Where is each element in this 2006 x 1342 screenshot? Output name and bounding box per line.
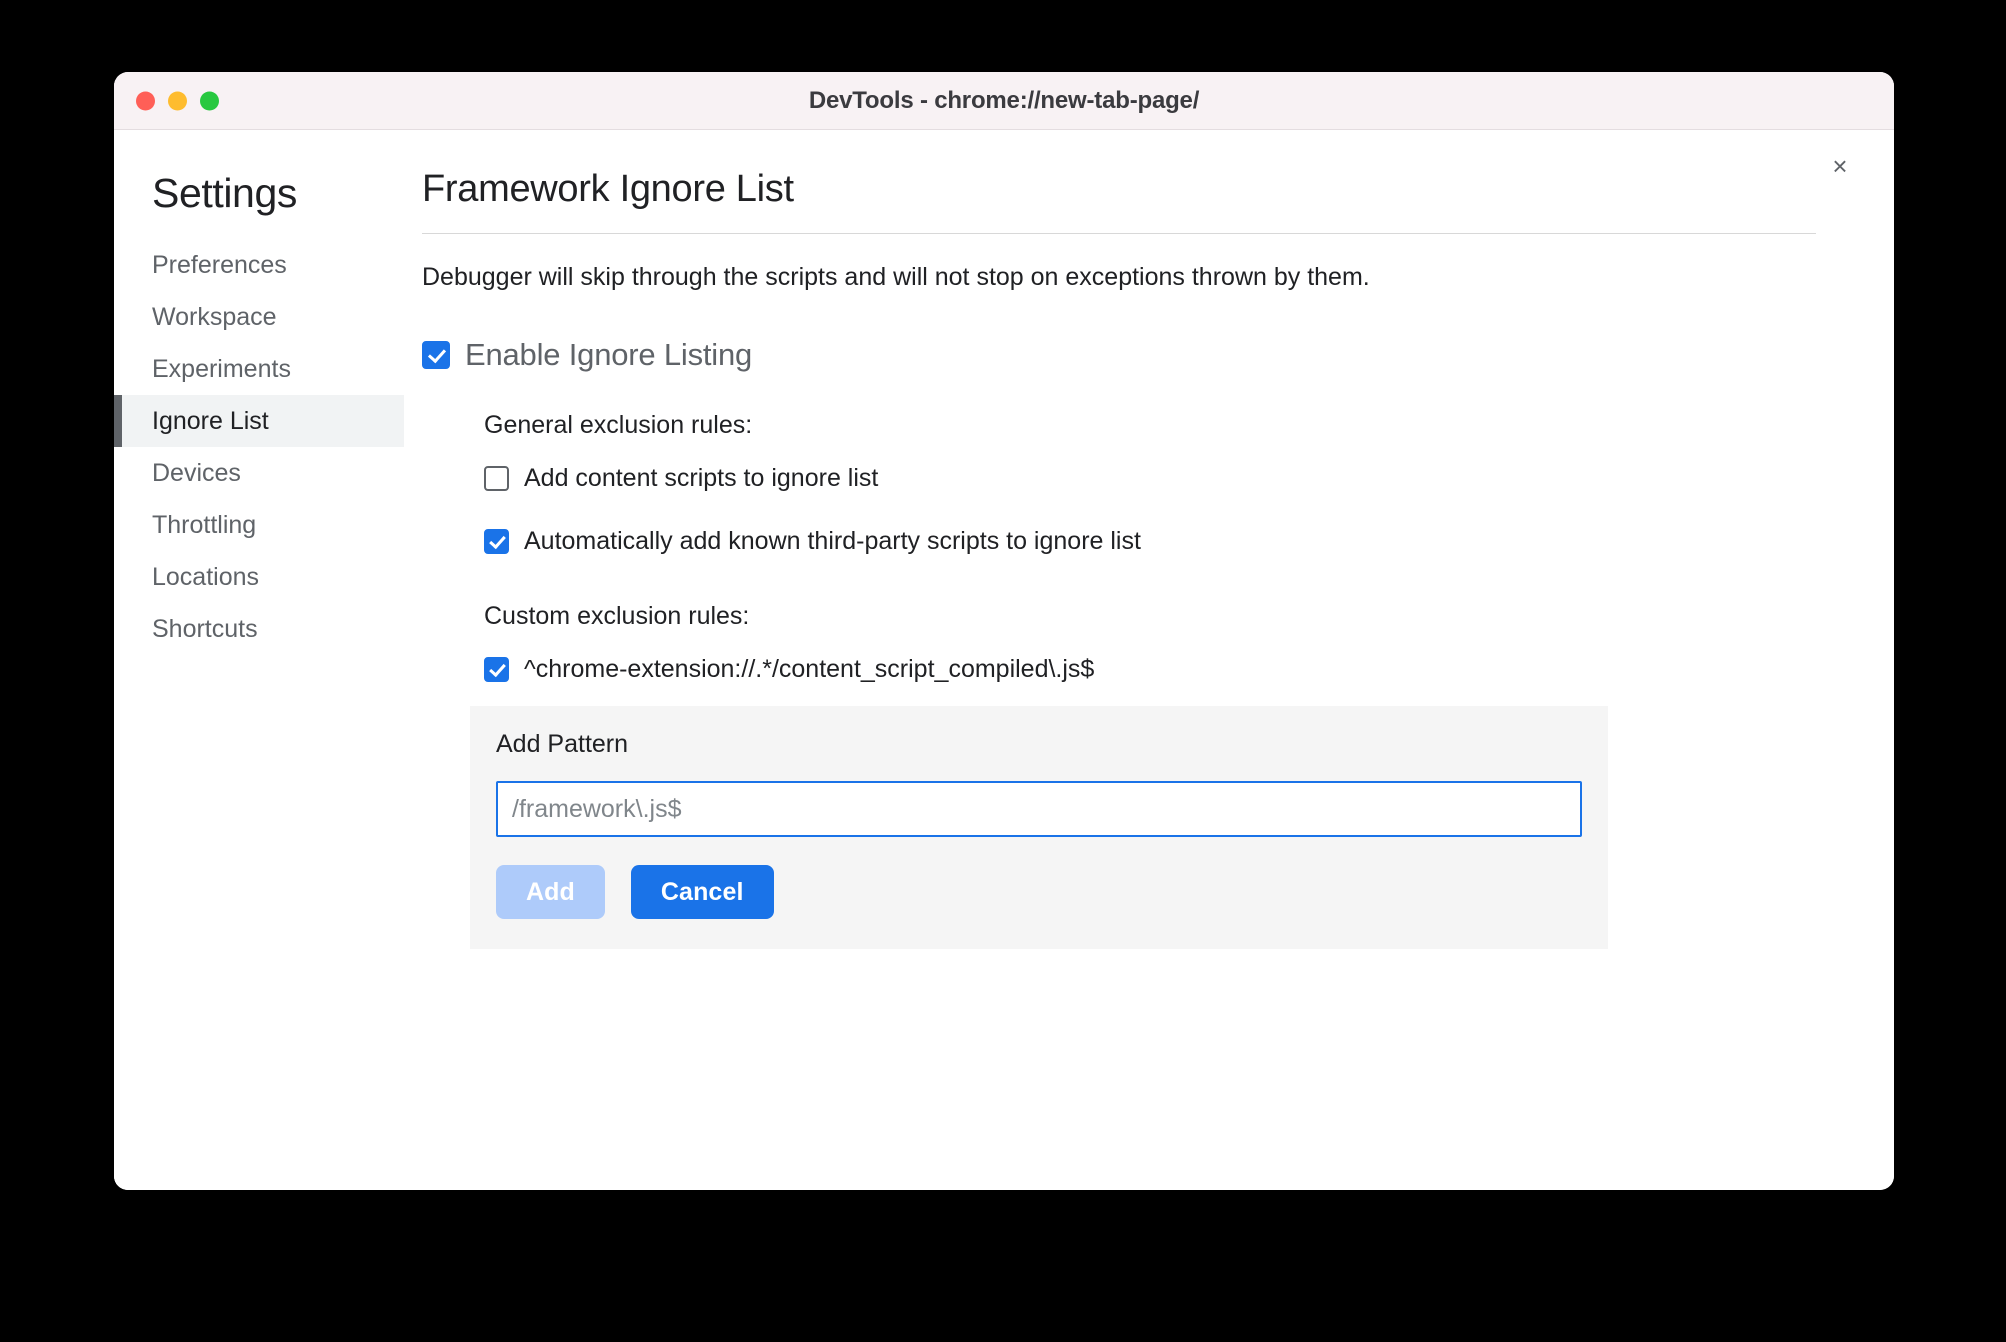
close-window-icon[interactable] [136, 91, 155, 110]
sidebar-item-label: Shortcuts [152, 614, 258, 643]
enable-ignore-listing-checkbox[interactable] [422, 341, 450, 370]
cancel-button[interactable]: Cancel [630, 865, 774, 920]
custom-rule-label: ^chrome-extension://.*/content_script_co… [524, 655, 1095, 684]
sidebar-title: Settings [152, 170, 297, 216]
sidebar-item-label: Preferences [152, 250, 287, 279]
add-pattern-title: Add Pattern [496, 730, 629, 759]
add-pattern-actions: Add Cancel [496, 865, 1582, 920]
rules-section: General exclusion rules: Add content scr… [422, 411, 1816, 684]
window-body: × Settings Preferences Workspace Experim… [114, 130, 1894, 1190]
custom-rule-checkbox[interactable] [484, 657, 509, 683]
minimize-window-icon[interactable] [168, 91, 187, 110]
enable-ignore-listing-label: Enable Ignore Listing [465, 337, 753, 373]
pattern-input[interactable] [496, 781, 1582, 838]
custom-rules-heading: Custom exclusion rules: [484, 602, 750, 631]
sidebar-item-label: Workspace [152, 302, 277, 331]
sidebar-item-label: Experiments [152, 354, 291, 383]
rule-auto-add-third-party[interactable]: Automatically add known third-party scri… [484, 527, 1816, 556]
window-titlebar: DevTools - chrome://new-tab-page/ [114, 72, 1894, 130]
content-inner: Framework Ignore List Debugger will skip… [404, 168, 1894, 950]
sidebar-item-experiments[interactable]: Experiments [114, 343, 404, 395]
title-divider [422, 233, 1816, 234]
maximize-window-icon[interactable] [200, 91, 219, 110]
sidebar-item-throttling[interactable]: Throttling [114, 499, 404, 551]
settings-sidebar: Settings Preferences Workspace Experimen… [114, 130, 404, 1190]
sidebar-item-shortcuts[interactable]: Shortcuts [114, 603, 404, 655]
devtools-window: DevTools - chrome://new-tab-page/ × Sett… [114, 72, 1894, 1190]
rule-label: Add content scripts to ignore list [524, 464, 879, 493]
sidebar-item-label: Devices [152, 458, 241, 487]
general-rules-heading: General exclusion rules: [484, 411, 753, 440]
sidebar-item-ignore-list[interactable]: Ignore List [114, 395, 404, 447]
sidebar-item-label: Throttling [152, 510, 257, 539]
sidebar-item-workspace[interactable]: Workspace [114, 291, 404, 343]
sidebar-item-locations[interactable]: Locations [114, 551, 404, 603]
settings-content: Framework Ignore List Debugger will skip… [404, 130, 1894, 1190]
add-content-scripts-checkbox[interactable] [484, 466, 509, 492]
sidebar-item-label: Ignore List [152, 406, 269, 435]
close-icon[interactable]: × [1822, 148, 1858, 184]
sidebar-item-devices[interactable]: Devices [114, 447, 404, 499]
auto-add-third-party-checkbox[interactable] [484, 529, 509, 555]
rule-label: Automatically add known third-party scri… [524, 527, 1141, 556]
sidebar-item-preferences[interactable]: Preferences [114, 239, 404, 291]
add-button[interactable]: Add [496, 865, 605, 920]
traffic-light-group [136, 91, 219, 110]
page-description: Debugger will skip through the scripts a… [422, 263, 1370, 291]
add-pattern-panel: Add Pattern Add Cancel [470, 706, 1608, 950]
custom-rule-row[interactable]: ^chrome-extension://.*/content_script_co… [484, 655, 1816, 684]
page-title: Framework Ignore List [422, 168, 794, 210]
sidebar-item-label: Locations [152, 562, 260, 591]
window-title: DevTools - chrome://new-tab-page/ [808, 86, 1200, 114]
enable-ignore-listing-row[interactable]: Enable Ignore Listing [422, 337, 1816, 373]
rule-add-content-scripts[interactable]: Add content scripts to ignore list [484, 464, 1816, 493]
screen: DevTools - chrome://new-tab-page/ × Sett… [0, 0, 2006, 1342]
